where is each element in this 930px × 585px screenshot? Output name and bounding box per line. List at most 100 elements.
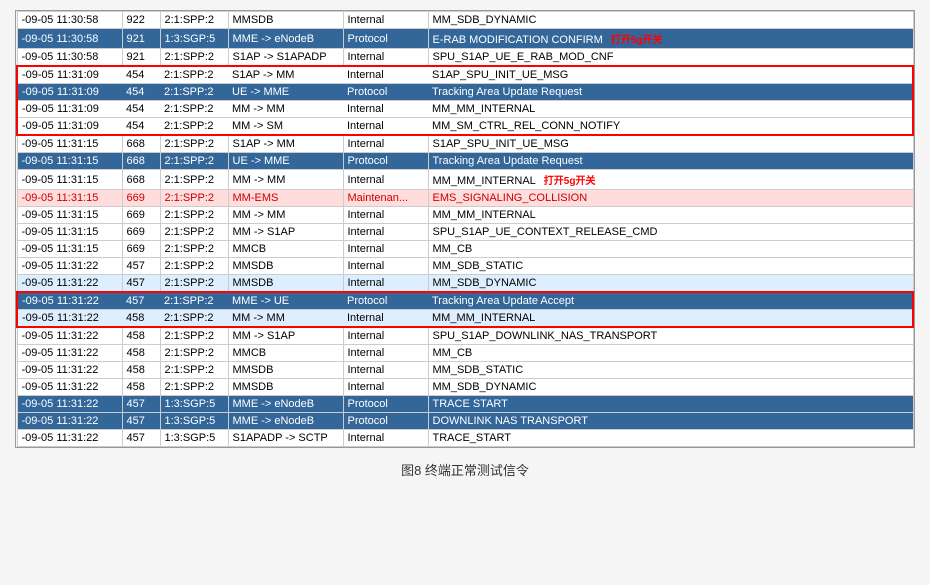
table-cell: 454 [122, 118, 160, 136]
table-cell: Internal [343, 362, 428, 379]
table-cell: Maintenan... [343, 190, 428, 207]
table-cell: 2:1:SPP:2 [160, 241, 228, 258]
table-cell: 2:1:SPP:2 [160, 362, 228, 379]
table-cell: Internal [343, 66, 428, 84]
table-cell: Protocol [343, 396, 428, 413]
table-row: -09-05 11:31:224582:1:SPP:2MM -> S1APInt… [17, 327, 913, 345]
table-cell: MM -> MM [228, 170, 343, 190]
table-cell: -09-05 11:31:22 [17, 379, 122, 396]
table-cell: MM_MM_INTERNAL打开5g开关 [428, 170, 913, 190]
table-cell: -09-05 11:30:58 [17, 29, 122, 49]
table-cell: Internal [343, 49, 428, 67]
table-cell: -09-05 11:31:15 [17, 241, 122, 258]
table-cell: -09-05 11:31:15 [17, 170, 122, 190]
table-cell: 457 [122, 258, 160, 275]
table-cell: Protocol [343, 153, 428, 170]
table-row: -09-05 11:31:224582:1:SPP:2MMSDBInternal… [17, 362, 913, 379]
table-cell: Internal [343, 379, 428, 396]
table-cell: Tracking Area Update Accept [428, 292, 913, 310]
table-cell: -09-05 11:31:22 [17, 258, 122, 275]
table-cell: Internal [343, 310, 428, 328]
table-cell: 2:1:SPP:2 [160, 292, 228, 310]
table-cell: MM_SDB_STATIC [428, 362, 913, 379]
table-cell: MM_CB [428, 345, 913, 362]
table-cell: -09-05 11:30:58 [17, 49, 122, 67]
table-cell: 457 [122, 292, 160, 310]
table-cell: -09-05 11:31:15 [17, 207, 122, 224]
table-cell: -09-05 11:31:22 [17, 413, 122, 430]
table-row: -09-05 11:30:589212:1:SPP:2S1AP -> S1APA… [17, 49, 913, 67]
table-cell: 454 [122, 101, 160, 118]
table-cell: -09-05 11:31:09 [17, 84, 122, 101]
table-row: -09-05 11:30:589211:3:SGP:5MME -> eNodeB… [17, 29, 913, 49]
table-cell: 2:1:SPP:2 [160, 190, 228, 207]
table-cell: S1AP -> MM [228, 135, 343, 153]
table-row: -09-05 11:31:224571:3:SGP:5S1APADP -> SC… [17, 430, 913, 447]
table-cell: MM_SDB_DYNAMIC [428, 275, 913, 293]
table-cell: Internal [343, 258, 428, 275]
table-cell: 2:1:SPP:2 [160, 153, 228, 170]
table-cell: S1APADP -> SCTP [228, 430, 343, 447]
table-cell: MM -> SM [228, 118, 343, 136]
table-cell: MMSDB [228, 362, 343, 379]
table-cell: 458 [122, 310, 160, 328]
table-cell: -09-05 11:31:22 [17, 430, 122, 447]
table-cell: MM_MM_INTERNAL [428, 207, 913, 224]
table-cell: -09-05 11:31:09 [17, 101, 122, 118]
table-cell: 1:3:SGP:5 [160, 413, 228, 430]
table-cell: 2:1:SPP:2 [160, 101, 228, 118]
table-row: -09-05 11:31:094542:1:SPP:2MM -> SMInter… [17, 118, 913, 136]
table-cell: 2:1:SPP:2 [160, 49, 228, 67]
table-cell: 457 [122, 413, 160, 430]
table-cell: SPU_S1AP_UE_CONTEXT_RELEASE_CMD [428, 224, 913, 241]
table-cell: MM -> MM [228, 101, 343, 118]
table-cell: S1AP -> S1APADP [228, 49, 343, 67]
table-cell: 668 [122, 153, 160, 170]
table-cell: MM -> S1AP [228, 327, 343, 345]
table-cell: 2:1:SPP:2 [160, 135, 228, 153]
table-cell: 457 [122, 430, 160, 447]
table-cell: SPU_S1AP_DOWNLINK_NAS_TRANSPORT [428, 327, 913, 345]
signal-table: -09-05 11:30:589222:1:SPP:2MMSDBInternal… [15, 10, 915, 448]
table-row: -09-05 11:31:156682:1:SPP:2MM -> MMInter… [17, 170, 913, 190]
table-cell: MME -> eNodeB [228, 29, 343, 49]
table-cell: Protocol [343, 29, 428, 49]
figure-caption: 图8 终端正常测试信令 [401, 460, 529, 479]
table-row: -09-05 11:31:094542:1:SPP:2S1AP -> MMInt… [17, 66, 913, 84]
table-cell: MM-EMS [228, 190, 343, 207]
table-cell: -09-05 11:31:15 [17, 135, 122, 153]
table-cell: Internal [343, 170, 428, 190]
table-cell: 2:1:SPP:2 [160, 66, 228, 84]
table-cell: 1:3:SGP:5 [160, 396, 228, 413]
table-cell: -09-05 11:31:09 [17, 118, 122, 136]
table-row: -09-05 11:31:094542:1:SPP:2MM -> MMInter… [17, 101, 913, 118]
table-cell: Internal [343, 275, 428, 293]
table-cell: 668 [122, 135, 160, 153]
table-cell: Internal [343, 241, 428, 258]
table-row: -09-05 11:31:224582:1:SPP:2MM -> MMInter… [17, 310, 913, 328]
table-cell: Protocol [343, 292, 428, 310]
table-cell: 921 [122, 29, 160, 49]
table-cell: 2:1:SPP:2 [160, 84, 228, 101]
table-cell: MM_SDB_DYNAMIC [428, 379, 913, 396]
table-row: -09-05 11:31:156692:1:SPP:2MM -> S1APInt… [17, 224, 913, 241]
table-cell: 669 [122, 241, 160, 258]
table-row: -09-05 11:31:224571:3:SGP:5MME -> eNodeB… [17, 413, 913, 430]
table-cell: MME -> eNodeB [228, 396, 343, 413]
table-cell: SPU_S1AP_UE_E_RAB_MOD_CNF [428, 49, 913, 67]
table-cell: 2:1:SPP:2 [160, 327, 228, 345]
table-cell: DOWNLINK NAS TRANSPORT [428, 413, 913, 430]
table-row: -09-05 11:31:156692:1:SPP:2MMCBInternalM… [17, 241, 913, 258]
table-cell: 458 [122, 327, 160, 345]
table-cell: Internal [343, 118, 428, 136]
table-cell: 669 [122, 224, 160, 241]
table-cell: S1AP_SPU_INIT_UE_MSG [428, 135, 913, 153]
table-cell: -09-05 11:30:58 [17, 12, 122, 29]
table-cell: 457 [122, 275, 160, 293]
table-cell: UE -> MME [228, 84, 343, 101]
table-cell: Internal [343, 345, 428, 362]
table-cell: -09-05 11:31:22 [17, 396, 122, 413]
table-cell: MMCB [228, 345, 343, 362]
table-cell: 2:1:SPP:2 [160, 275, 228, 293]
table-cell: 1:3:SGP:5 [160, 29, 228, 49]
